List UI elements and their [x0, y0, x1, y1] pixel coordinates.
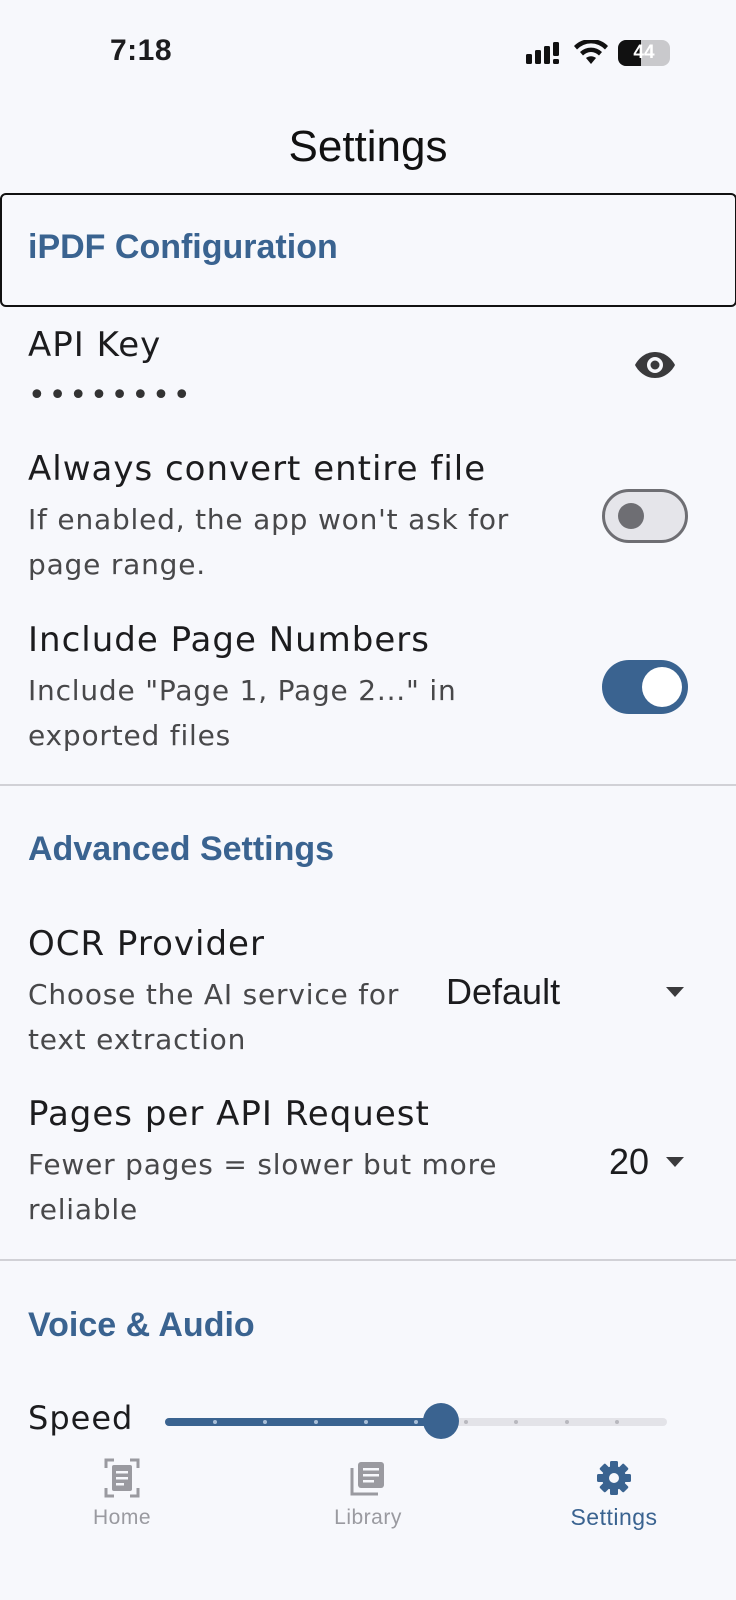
- tab-library-label: Library: [334, 1506, 402, 1529]
- ocr-provider-label: OCR Provider: [28, 924, 265, 964]
- ocr-provider-dropdown[interactable]: Default: [446, 971, 560, 1013]
- chevron-down-icon[interactable]: [666, 987, 684, 997]
- tab-home[interactable]: Home: [22, 1440, 222, 1550]
- speed-slider-tick: [464, 1420, 469, 1424]
- speed-slider-tick: [614, 1420, 619, 1424]
- section-title-voice: Voice & Audio: [28, 1306, 255, 1344]
- page-numbers-toggle[interactable]: [602, 660, 688, 714]
- status-icons: 44: [526, 38, 670, 68]
- status-bar: 7:18 44: [0, 0, 736, 100]
- signal-icon: [526, 42, 559, 64]
- page-numbers-description: Include "Page 1, Page 2..." in exported …: [28, 668, 457, 758]
- pages-per-request-dropdown[interactable]: 20: [609, 1141, 649, 1183]
- api-key-label: API Key: [28, 325, 162, 365]
- battery-icon: 44: [618, 40, 670, 66]
- section-divider: [0, 784, 736, 786]
- toggle-knob: [642, 667, 682, 707]
- pages-per-request-description-line1: Fewer pages = slower but more: [28, 1148, 498, 1181]
- tab-library[interactable]: Library: [268, 1440, 468, 1550]
- pages-per-request-description-line2: reliable: [28, 1193, 139, 1226]
- gear-icon: [597, 1461, 631, 1495]
- speed-slider-tick: [414, 1420, 418, 1424]
- convert-entire-file-description-line2: page range.: [28, 548, 206, 581]
- page-numbers-description-line2: exported files: [28, 719, 232, 752]
- speed-slider-track[interactable]: [165, 1418, 667, 1426]
- section-title-advanced: Advanced Settings: [28, 830, 335, 868]
- tab-home-label: Home: [92, 1506, 152, 1529]
- speed-slider-fill: [165, 1418, 442, 1426]
- speed-slider-tick: [313, 1420, 318, 1424]
- section-title-ipdf: iPDF Configuration: [28, 228, 338, 266]
- pages-per-request-label: Pages per API Request: [28, 1094, 430, 1134]
- api-key-value[interactable]: ••••••••: [28, 378, 194, 413]
- section-divider: [0, 1259, 736, 1261]
- convert-entire-file-description-line1: If enabled, the app won't ask for: [28, 503, 510, 536]
- convert-entire-file-toggle[interactable]: [602, 489, 688, 543]
- speed-slider-tick: [564, 1420, 569, 1424]
- toggle-knob: [618, 503, 644, 529]
- speed-slider-tick: [514, 1420, 519, 1424]
- tab-settings[interactable]: Settings: [514, 1440, 714, 1550]
- tab-settings-label: Settings: [570, 1504, 658, 1530]
- page-numbers-description-line1: Include "Page 1, Page 2..." in: [28, 674, 457, 707]
- ocr-provider-description-line2: text extraction: [28, 1023, 247, 1056]
- page-numbers-label: Include Page Numbers: [28, 620, 430, 660]
- battery-level-text: 44: [633, 42, 655, 63]
- library-icon: [350, 1462, 384, 1496]
- wifi-icon: [574, 40, 608, 64]
- pages-per-request-description: Fewer pages = slower but more reliable: [28, 1142, 497, 1232]
- status-time: 7:18: [110, 34, 173, 67]
- convert-entire-file-description: If enabled, the app won't ask for page r…: [28, 497, 509, 587]
- tab-bar: Home Library Settings: [0, 1440, 736, 1600]
- speed-slider-thumb[interactable]: [423, 1403, 460, 1439]
- speed-slider-tick: [363, 1420, 368, 1424]
- ocr-provider-description: Choose the AI service for text extractio…: [28, 972, 399, 1062]
- eye-icon[interactable]: [634, 350, 676, 380]
- speed-label: Speed: [28, 1399, 134, 1437]
- chevron-down-icon[interactable]: [666, 1157, 684, 1167]
- convert-entire-file-label: Always convert entire file: [28, 449, 487, 489]
- document-scan-icon: [104, 1458, 140, 1498]
- ocr-provider-description-line1: Choose the AI service for: [28, 978, 400, 1011]
- page-title: Settings: [288, 122, 448, 171]
